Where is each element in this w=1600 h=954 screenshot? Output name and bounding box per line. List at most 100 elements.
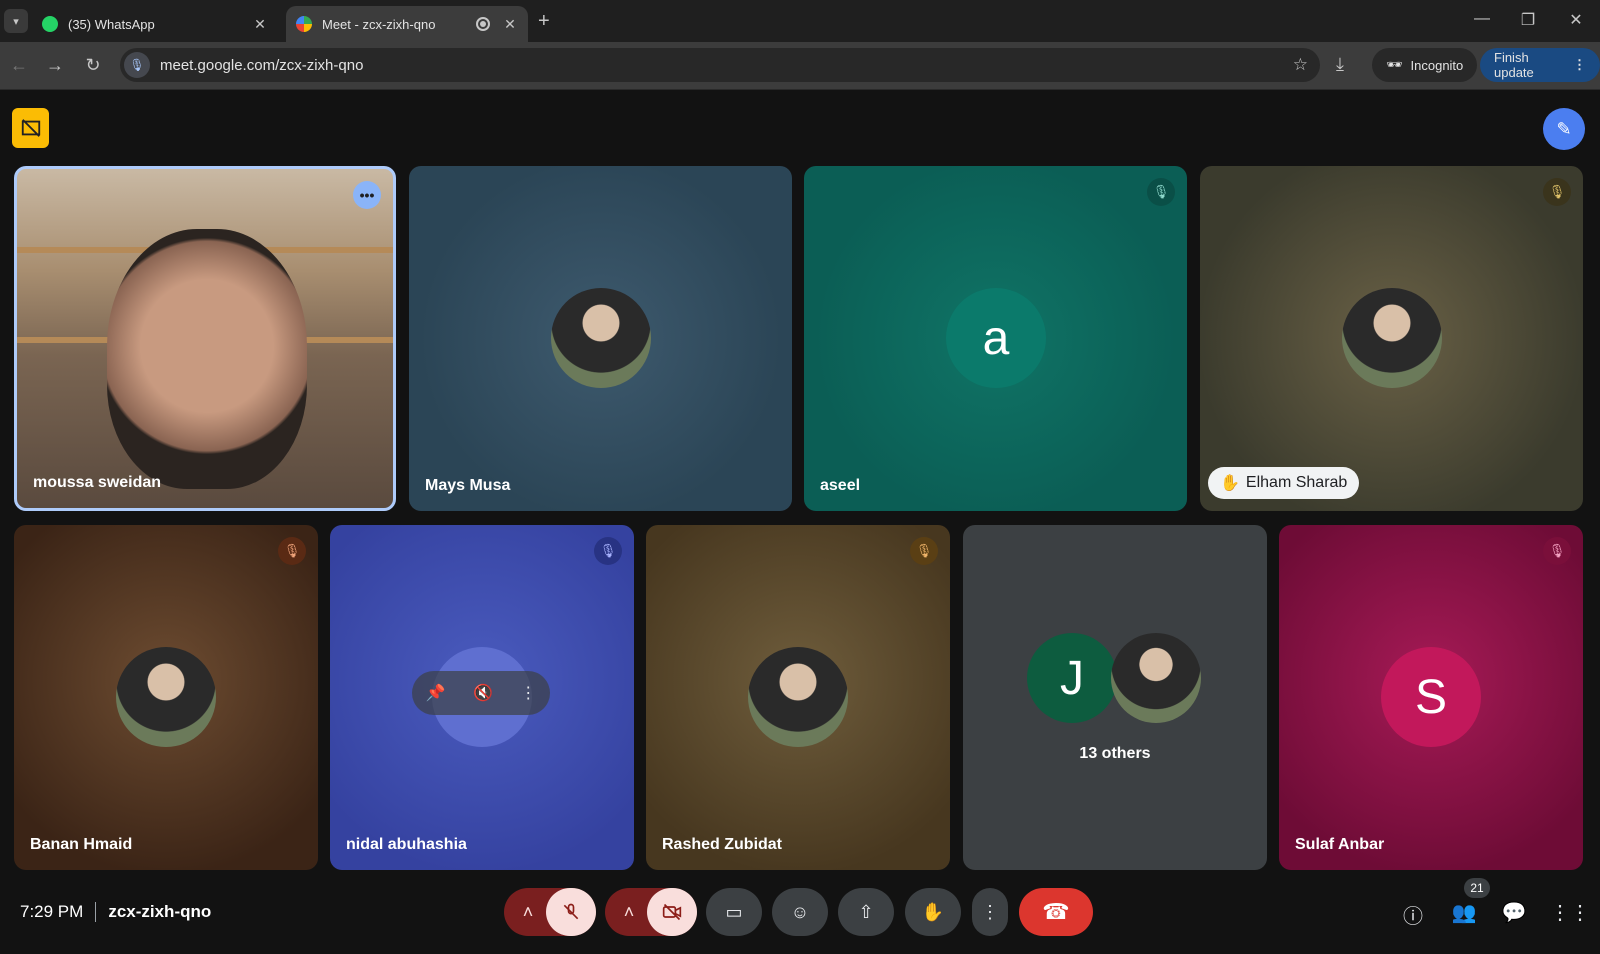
- avatar: [551, 288, 651, 388]
- avatar: [116, 647, 216, 747]
- present-screen-button[interactable]: ⇧: [838, 888, 894, 936]
- reactions-button[interactable]: ☺: [772, 888, 828, 936]
- finish-update-label: Finish update: [1494, 50, 1534, 80]
- participant-name: Rashed Zubidat: [662, 836, 783, 853]
- leave-call-button[interactable]: ☎: [1019, 888, 1093, 936]
- camera-off-icon: [662, 903, 682, 921]
- end-call-icon: ☎: [1042, 899, 1070, 924]
- present-icon: ⇧: [858, 901, 874, 922]
- participant-name: nidal abuhashia: [346, 836, 467, 853]
- whatsapp-icon: [42, 16, 58, 32]
- mic-off-icon: 🎙: [1543, 537, 1571, 565]
- raised-hand-icon: ✋: [1220, 475, 1240, 492]
- menu-dots-icon: ⋮: [1573, 57, 1586, 72]
- participant-tile[interactable]: 🎙 Banan Hmaid: [14, 525, 318, 870]
- close-window-button[interactable]: ✕: [1566, 10, 1586, 30]
- more-options-icon[interactable]: ⋮: [520, 683, 536, 703]
- avatar: J: [1027, 633, 1117, 723]
- bookmark-star-icon[interactable]: ☆: [1293, 55, 1308, 75]
- activities-grid-icon[interactable]: ⋮⋮: [1550, 900, 1590, 925]
- video-options-chevron-icon[interactable]: ˄: [611, 888, 647, 936]
- avatar: [748, 647, 848, 747]
- participant-tile[interactable]: 🎙 Rashed Zubidat: [646, 525, 950, 870]
- raised-hand-chip: ✋ Elham Sharab: [1208, 467, 1360, 499]
- browser-tab-strip: ▾ (35) WhatsApp ✕ Meet - zcx-zixh-qno ✕ …: [0, 0, 1600, 42]
- tile-hover-toolbar: 📌 🔇 ⋮: [412, 671, 550, 715]
- reload-icon[interactable]: ↻: [82, 55, 104, 76]
- new-tab-button[interactable]: +: [538, 10, 550, 33]
- tab-title: (35) WhatsApp: [68, 16, 155, 32]
- participant-name: moussa sweidan: [33, 474, 162, 491]
- address-bar[interactable]: 🎙 meet.google.com/zcx-zixh-qno ☆: [120, 48, 1320, 82]
- participant-tile[interactable]: 🎙 a aseel: [804, 166, 1187, 511]
- divider: [95, 902, 97, 922]
- participant-tile[interactable]: 🎙 S Sulaf Anbar: [1279, 525, 1583, 870]
- mic-off-icon: 🎙: [278, 537, 306, 565]
- tab-meet[interactable]: Meet - zcx-zixh-qno ✕: [286, 6, 528, 42]
- avatar: [1111, 633, 1201, 723]
- mic-off-button[interactable]: [546, 888, 596, 936]
- meeting-info-text: 7:29 PM zcx-zixh-qno: [20, 902, 211, 922]
- chat-icon[interactable]: 💬: [1501, 900, 1527, 925]
- recording-notice-icon[interactable]: [12, 108, 49, 148]
- download-icon[interactable]: ⤓: [1336, 54, 1344, 75]
- emoji-icon: ☺: [790, 901, 810, 922]
- incognito-label: Incognito: [1410, 57, 1464, 73]
- others-count-label: 13 others: [1079, 745, 1151, 762]
- avatar: S: [1381, 647, 1481, 747]
- mic-off-icon: 🎙: [594, 537, 622, 565]
- participant-name: Elham Sharab: [1245, 474, 1348, 491]
- avatar: a: [946, 288, 1046, 388]
- participant-video: [107, 229, 307, 489]
- audio-options-chevron-icon[interactable]: ˄: [510, 888, 546, 936]
- participant-name: Banan Hmaid: [30, 836, 133, 853]
- raise-hand-button[interactable]: ✋: [905, 888, 961, 936]
- microphone-permission-icon[interactable]: 🎙: [124, 52, 150, 78]
- minimize-button[interactable]: —: [1472, 10, 1492, 28]
- more-options-icon[interactable]: •••: [353, 181, 381, 209]
- google-meet-icon: [296, 16, 312, 32]
- mic-off-icon: 🎙: [1147, 178, 1175, 206]
- chevron-down-icon: ▾: [13, 15, 19, 28]
- participant-tile[interactable]: Mays Musa: [409, 166, 792, 511]
- edit-pencil-icon[interactable]: ✎: [1543, 108, 1585, 150]
- participant-name: Mays Musa: [425, 477, 511, 494]
- camera-off-button[interactable]: [647, 888, 697, 936]
- url-text[interactable]: meet.google.com/zcx-zixh-qno: [160, 57, 1293, 74]
- close-tab-icon[interactable]: ✕: [502, 16, 518, 33]
- participant-tile[interactable]: 🎙 ✋ Elham Sharab: [1200, 166, 1583, 511]
- meeting-details-icon[interactable]: ⓘ: [1400, 900, 1426, 929]
- captions-icon: ▭: [725, 901, 743, 922]
- pin-icon[interactable]: 📌: [426, 683, 446, 703]
- hand-icon: ✋: [921, 901, 945, 922]
- tab-title: Meet - zcx-zixh-qno: [322, 16, 436, 32]
- browser-toolbar: ← → ↻ 🎙 meet.google.com/zcx-zixh-qno ☆ ⤓…: [0, 42, 1600, 90]
- forward-icon[interactable]: →: [44, 55, 66, 76]
- back-icon[interactable]: ←: [8, 55, 30, 76]
- finish-update-button[interactable]: Finish update ⋮: [1480, 48, 1600, 82]
- recording-icon: [476, 17, 490, 31]
- mute-participant-icon[interactable]: 🔇: [473, 683, 493, 703]
- mic-off-icon: 🎙: [1543, 178, 1571, 206]
- avatar: [1342, 288, 1442, 388]
- mic-off-icon: 🎙: [910, 537, 938, 565]
- more-options-button[interactable]: ⋮: [972, 888, 1008, 936]
- participant-count-badge: 21: [1464, 878, 1490, 898]
- others-tile[interactable]: J 13 others: [963, 525, 1267, 870]
- restore-button[interactable]: ❐: [1518, 10, 1538, 30]
- participant-name: Sulaf Anbar: [1295, 836, 1385, 853]
- people-icon[interactable]: 👥: [1451, 900, 1477, 925]
- tab-whatsapp[interactable]: (35) WhatsApp ✕: [32, 6, 278, 42]
- participant-tile[interactable]: 🎙 📌 🔇 ⋮ nidal abuhashia: [330, 525, 634, 870]
- close-tab-icon[interactable]: ✕: [252, 16, 268, 33]
- meeting-time: 7:29 PM: [20, 902, 84, 921]
- captions-button[interactable]: ▭: [706, 888, 762, 936]
- more-vert-icon: ⋮: [981, 901, 999, 922]
- participant-tile[interactable]: ••• moussa sweidan: [14, 166, 396, 511]
- no-video-icon: [21, 119, 40, 137]
- participant-name: aseel: [820, 477, 861, 494]
- meeting-code: zcx-zixh-qno: [108, 902, 212, 921]
- incognito-indicator[interactable]: 🕶 Incognito: [1372, 48, 1478, 82]
- incognito-icon: 🕶: [1386, 57, 1403, 72]
- tab-search-button[interactable]: ▾: [4, 9, 28, 33]
